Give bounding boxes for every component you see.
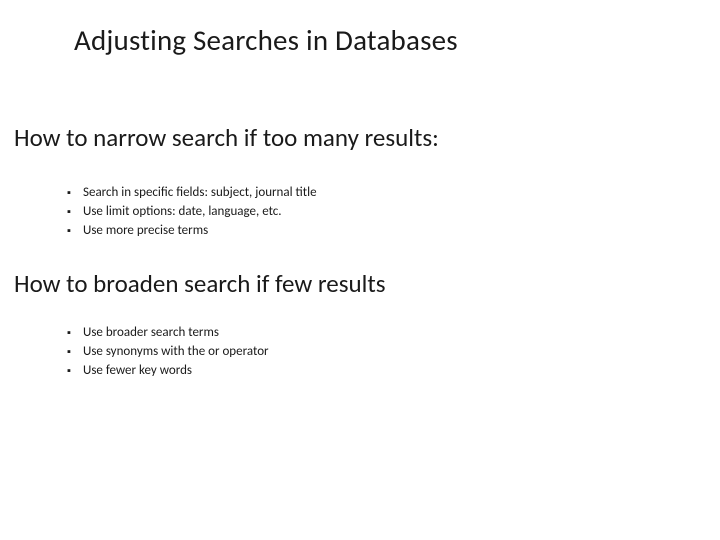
bullet-list-narrow: Search in specific fields: subject, jour… <box>67 184 317 241</box>
list-item: Use synonyms with the or operator <box>67 343 269 362</box>
slide: Adjusting Searches in Databases How to n… <box>0 0 720 540</box>
section-heading-broaden: How to broaden search if few results <box>14 268 386 299</box>
list-item: Search in specific fields: subject, jour… <box>67 184 317 203</box>
section-heading-narrow: How to narrow search if too many results… <box>14 122 439 153</box>
slide-title: Adjusting Searches in Databases <box>74 22 458 58</box>
bullet-list-broaden: Use broader search terms Use synonyms wi… <box>67 324 269 381</box>
list-item: Use more precise terms <box>67 222 317 241</box>
list-item: Use broader search terms <box>67 324 269 343</box>
list-item: Use limit options: date, language, etc. <box>67 203 317 222</box>
list-item: Use fewer key words <box>67 362 269 381</box>
